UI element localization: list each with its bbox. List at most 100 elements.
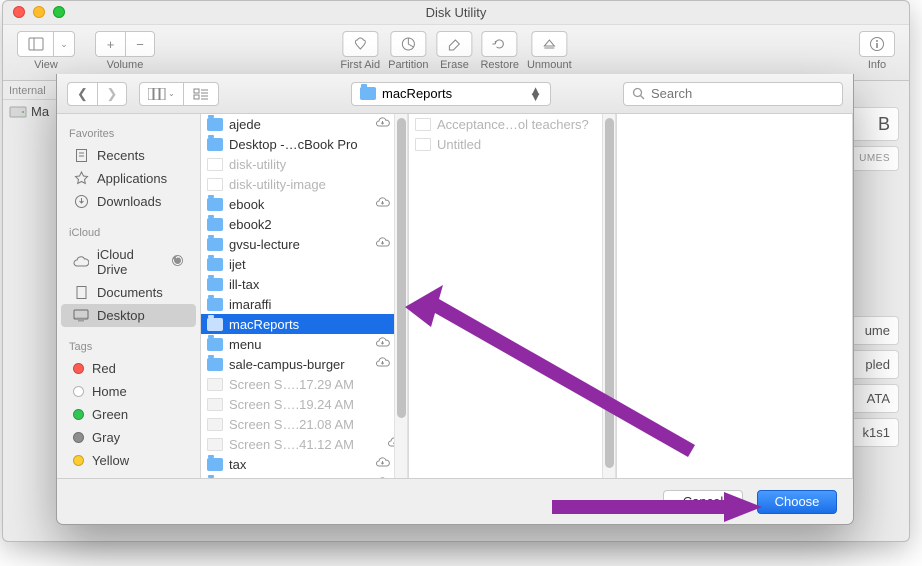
tag-dot-icon: [73, 432, 84, 443]
search-field[interactable]: [623, 82, 843, 106]
first-aid-button[interactable]: [342, 31, 378, 57]
info-button[interactable]: [859, 31, 895, 57]
add-volume-button[interactable]: +: [95, 31, 125, 57]
column-view-button[interactable]: ⌄: [139, 82, 183, 106]
restore-label: Restore: [480, 59, 519, 71]
item-name: macReports: [229, 317, 299, 332]
updown-icon: ▲▼: [529, 88, 542, 100]
toolbar: ⌄ View + − Volume First Aid Partition Er…: [3, 25, 909, 81]
sidebar-item-label: Downloads: [97, 194, 161, 209]
sidebar-item-documents[interactable]: Documents: [61, 281, 196, 304]
sidebar-tag-green[interactable]: Green: [61, 403, 196, 426]
sliver-pled: pled: [851, 350, 899, 379]
list-item[interactable]: macReports▶: [201, 314, 408, 334]
tag-dot-icon: [73, 455, 84, 466]
list-item: Screen S….19.24 AM: [201, 394, 408, 414]
sidebar-item-label: Home: [92, 384, 127, 399]
list-item[interactable]: sale-campus-burger▶: [201, 354, 408, 374]
sidebar-item-icloud-drive[interactable]: iCloud Drive: [61, 243, 196, 281]
scrollbar-thumb[interactable]: [397, 118, 406, 418]
search-input[interactable]: [651, 86, 834, 101]
list-item: Untitled: [409, 134, 616, 154]
sidebar-item-label: Red: [92, 361, 116, 376]
sidebar-item-label: Green: [92, 407, 128, 422]
zoom-icon[interactable]: [53, 6, 65, 18]
erase-label: Erase: [440, 59, 469, 71]
finder-sidebar: Favorites Recents Applications Downloads…: [57, 114, 201, 478]
sidebar-tag-gray[interactable]: Gray: [61, 426, 196, 449]
list-item[interactable]: tax▶: [201, 454, 408, 474]
column-1[interactable]: ajede▶Desktop -…cBook Pro▶disk-utilitydi…: [201, 114, 409, 478]
search-icon: [632, 87, 645, 100]
view-mode-seg: ⌄: [139, 82, 219, 106]
sidebar-tag-home[interactable]: Home: [61, 380, 196, 403]
sidebar-item-label: Yellow: [92, 453, 129, 468]
partition-button[interactable]: [390, 31, 426, 57]
desktop-icon: [73, 309, 89, 323]
item-name: tax: [229, 457, 246, 472]
list-item[interactable]: gvsu-lecture▶: [201, 234, 408, 254]
group-by-button[interactable]: [183, 82, 219, 106]
list-item[interactable]: tax-2014▶: [201, 474, 408, 478]
internal-disk-row[interactable]: Ma: [3, 100, 57, 123]
sliver-umes: UMES: [851, 146, 899, 171]
list-item[interactable]: ajede▶: [201, 114, 408, 134]
sidebar-icloud-header: iCloud: [57, 223, 200, 243]
sync-icon: [171, 254, 184, 270]
close-icon[interactable]: [13, 6, 25, 18]
sidebar-item-label: iCloud Drive: [97, 247, 163, 277]
remove-volume-button[interactable]: −: [125, 31, 155, 57]
unmount-button[interactable]: [531, 31, 567, 57]
list-item[interactable]: Desktop -…cBook Pro▶: [201, 134, 408, 154]
sliver-k1s1: k1s1: [851, 418, 899, 447]
sidebar-item-label: Gray: [92, 430, 120, 445]
sidebar-tag-yellow[interactable]: Yellow: [61, 449, 196, 472]
sidebar-item-downloads[interactable]: Downloads: [61, 190, 196, 213]
sidebar-item-applications[interactable]: Applications: [61, 167, 196, 190]
downloads-icon: [73, 195, 89, 209]
titlebar[interactable]: Disk Utility: [3, 1, 909, 25]
back-button[interactable]: ❮: [67, 82, 97, 106]
cancel-button[interactable]: Cancel: [663, 490, 743, 514]
scrollbar[interactable]: [394, 114, 408, 478]
column-3[interactable]: [617, 114, 853, 478]
sidebar-item-label: Desktop: [97, 308, 145, 323]
list-item[interactable]: ebook▶: [201, 194, 408, 214]
cloud-download-icon: [375, 117, 390, 131]
info-label: Info: [868, 59, 886, 71]
cloud-download-icon: [375, 477, 390, 478]
sidebar-item-desktop[interactable]: Desktop: [61, 304, 196, 327]
tag-dot-icon: [73, 409, 84, 420]
list-item[interactable]: ill-tax▶: [201, 274, 408, 294]
item-name: Screen S….21.08 AM: [229, 417, 354, 432]
item-name: Untitled: [437, 137, 481, 152]
list-item[interactable]: ijet▶: [201, 254, 408, 274]
sliver-ume: ume: [851, 316, 899, 345]
window-controls: [13, 6, 65, 18]
list-item[interactable]: imaraffi▶: [201, 294, 408, 314]
cloud-icon: [73, 255, 89, 269]
scrollbar[interactable]: [602, 114, 616, 478]
list-item[interactable]: menu▶: [201, 334, 408, 354]
minimize-icon[interactable]: [33, 6, 45, 18]
item-name: Screen S….19.24 AM: [229, 397, 354, 412]
sidebar-item-label: Recents: [97, 148, 145, 163]
restore-button[interactable]: [482, 31, 518, 57]
view-options-button[interactable]: ⌄: [53, 31, 75, 57]
first-aid-label: First Aid: [340, 59, 380, 71]
erase-button[interactable]: [436, 31, 472, 57]
scrollbar-thumb[interactable]: [605, 118, 614, 468]
sidebar-toggle-button[interactable]: [17, 31, 53, 57]
list-item[interactable]: ebook2▶: [201, 214, 408, 234]
background-panel-edges: B UMES ume pled ATA k1s1: [851, 107, 899, 452]
view-label: View: [34, 59, 58, 71]
sidebar-item-recents[interactable]: Recents: [61, 144, 196, 167]
cloud-download-icon: [375, 357, 390, 371]
forward-button[interactable]: ❯: [97, 82, 127, 106]
item-name: ajede: [229, 117, 261, 132]
item-name: menu: [229, 337, 262, 352]
sidebar-tag-red[interactable]: Red: [61, 357, 196, 380]
path-popup[interactable]: macReports ▲▼: [351, 82, 551, 106]
column-2[interactable]: Acceptance…ol teachers?Untitled: [409, 114, 617, 478]
choose-button[interactable]: Choose: [757, 490, 837, 514]
